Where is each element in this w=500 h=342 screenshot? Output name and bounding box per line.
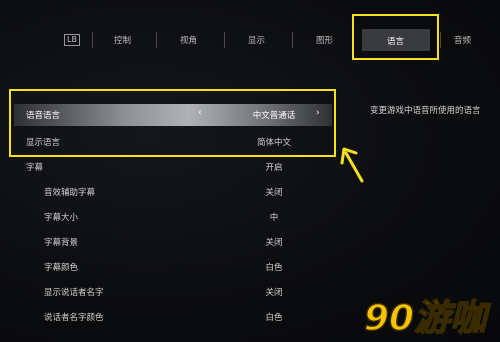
tab-display[interactable]: 显示 [248,34,265,46]
setting-value: 开启 [265,163,283,173]
setting-label: 字幕大小 [44,213,79,223]
setting-label: 显示说话者名字 [44,288,104,298]
setting-label: 字幕颜色 [44,263,79,273]
setting-row-show-speaker-name[interactable]: 显示说话者名字 关闭 [14,281,332,303]
setting-value: 白色 [265,313,283,323]
setting-label: 字幕背景 [44,238,79,248]
setting-row-speaker-name-color[interactable]: 说话者名字颜色 白色 [14,306,332,328]
setting-row-subtitles[interactable]: 字幕 开启 [14,156,332,178]
tab-audio[interactable]: 音频 [454,34,471,46]
tab-divider [156,32,157,48]
setting-label: 说话者名字颜色 [44,313,104,323]
lb-bumper-icon: LB [64,34,80,46]
setting-value: 关闭 [265,188,283,198]
tab-graphics[interactable]: 图形 [316,34,333,46]
setting-label: 字幕 [26,163,44,173]
setting-value: 关闭 [265,238,283,248]
setting-row-subtitle-color[interactable]: 字幕颜色 白色 [14,256,332,278]
setting-value: 中 [269,213,279,223]
tab-camera[interactable]: 视角 [180,34,197,46]
setting-value: 关闭 [265,288,283,298]
tab-divider [440,32,441,48]
svg-text:90游咖: 90游咖 [364,298,491,338]
setting-row-subtitle-background[interactable]: 字幕背景 关闭 [14,231,332,253]
setting-row-subtitle-size[interactable]: 字幕大小 中 [14,206,332,228]
setting-value: 白色 [265,263,283,273]
active-tab-highlight-box [352,14,439,60]
tab-divider [292,32,293,48]
site-watermark-logo: 90游咖 [363,297,492,338]
annotation-highlight-box [9,89,336,157]
tab-divider [224,32,225,48]
tab-controls[interactable]: 控制 [114,34,131,46]
tab-divider [92,32,93,48]
setting-row-sound-captions[interactable]: 音效辅助字幕 关闭 [14,181,332,203]
option-description: 变更游戏中语音所使用的语言 [370,106,481,116]
settings-screen: LB 控制 视角 显示 图形 音频 语言 变更游戏中语音所使用的语言 语音语言 … [0,0,500,342]
annotation-arrow-icon [340,147,364,183]
setting-label: 音效辅助字幕 [44,188,96,198]
